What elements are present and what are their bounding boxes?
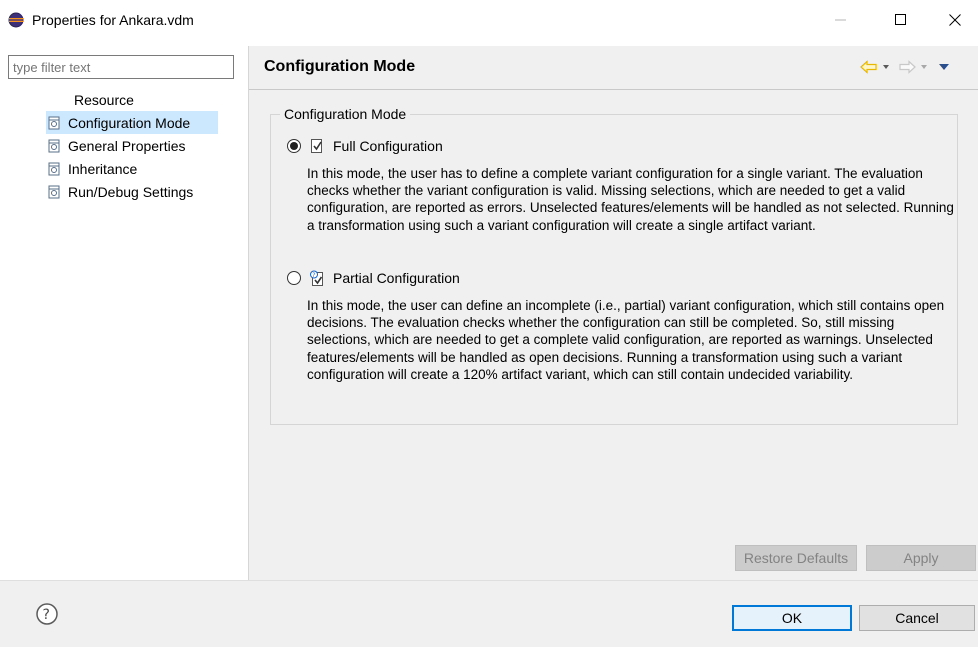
header-divider [249,89,978,90]
forward-dropdown-icon[interactable] [920,63,928,71]
tree-item-general-properties[interactable]: General Properties [46,134,246,157]
filter-input[interactable] [8,55,234,79]
close-icon [949,14,961,26]
page-icon [48,116,60,129]
tree-item-resource[interactable]: Resource [40,88,246,111]
back-arrow-icon[interactable] [860,60,878,74]
page-navigation [860,60,950,74]
title-bar: Properties for Ankara.vdm [0,0,978,40]
tree-item-label: Resource [74,91,134,108]
svg-text:?: ? [43,607,50,623]
apply-button[interactable]: Apply [866,545,976,571]
partial-configuration-option[interactable]: ? Partial Configuration [287,270,460,286]
full-configuration-radio[interactable] [287,139,301,153]
minimize-icon [835,19,846,21]
svg-text:?: ? [312,272,315,279]
partial-configuration-icon: ? [310,270,323,286]
tree-item-label: General Properties [68,137,186,154]
forward-arrow-icon[interactable] [898,60,916,74]
view-menu-icon[interactable] [938,62,950,72]
full-configuration-icon [311,139,322,153]
partial-configuration-label: Partial Configuration [333,270,460,286]
full-configuration-label: Full Configuration [333,138,443,154]
group-label: Configuration Mode [280,106,411,122]
radio-dot [290,142,298,150]
tree-item-label: Configuration Mode [68,114,191,131]
close-button[interactable] [932,0,978,40]
page-icon [48,162,60,175]
tree-item-configuration-mode[interactable]: Configuration Mode [46,111,218,134]
ok-button[interactable]: OK [732,605,852,631]
tree-item-inheritance[interactable]: Inheritance [46,157,246,180]
page-title: Configuration Mode [264,58,416,75]
full-configuration-option[interactable]: Full Configuration [287,138,443,154]
page-icon [48,139,60,152]
back-dropdown-icon[interactable] [882,63,890,71]
restore-defaults-button[interactable]: Restore Defaults [735,545,857,571]
partial-configuration-radio[interactable] [287,271,301,285]
window-title: Properties for Ankara.vdm [32,12,194,28]
page-icon [48,185,60,198]
full-configuration-description: In this mode, the user has to define a c… [307,166,954,233]
tree-item-label: Run/Debug Settings [68,183,194,200]
partial-configuration-description: In this mode, the user can define an inc… [307,298,945,382]
maximize-button[interactable] [878,0,924,40]
property-tree: Resource Configuration Mode General Prop… [40,88,246,203]
maximize-icon [895,14,906,25]
tree-item-label: Inheritance [68,160,138,177]
eclipse-icon [8,12,24,28]
help-icon[interactable]: ? [36,603,58,625]
minimize-button[interactable] [818,0,864,40]
pane-splitter[interactable] [248,46,249,580]
tree-item-run-debug-settings[interactable]: Run/Debug Settings [46,180,246,203]
cancel-button[interactable]: Cancel [859,605,975,631]
